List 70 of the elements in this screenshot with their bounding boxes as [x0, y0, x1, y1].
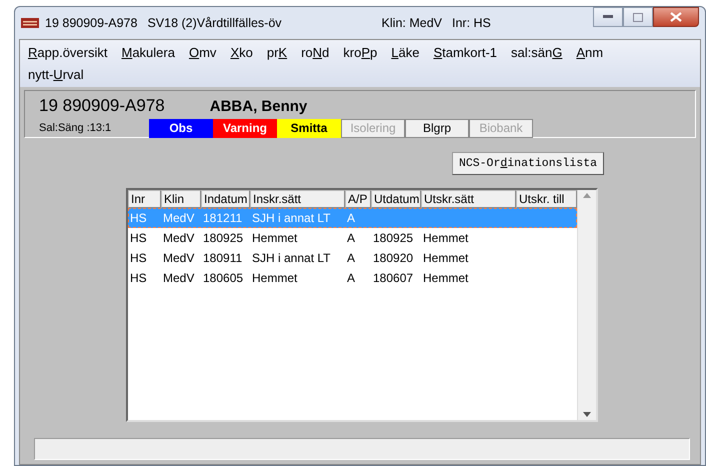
menu-item[interactable]: Xko: [230, 43, 253, 62]
menu-item[interactable]: Omv: [188, 43, 216, 62]
column-header[interactable]: Indatum: [201, 190, 250, 208]
table-cell: 180607: [373, 271, 414, 286]
table-row[interactable]: HS MedV 180605 Hemmet A 180607 Hemmet: [128, 268, 577, 288]
table-cell: A: [347, 211, 356, 226]
scroll-down-icon[interactable]: [583, 412, 591, 418]
table-cell: 180920: [373, 251, 414, 266]
maximize-button[interactable]: [623, 7, 653, 27]
ncs-button[interactable]: NCS-Ordinationslista: [452, 152, 604, 176]
column-header[interactable]: Utskr. till: [516, 190, 577, 208]
column-header[interactable]: A/P: [345, 190, 371, 208]
column-header[interactable]: Utskr.sätt: [421, 190, 516, 208]
menu-item[interactable]: Stamkort-1: [433, 43, 498, 62]
table-cell: A: [347, 231, 356, 246]
menu-item[interactable]: Makulera: [121, 43, 175, 62]
table-cell: Hemmet: [423, 271, 468, 286]
table-cell: 181211: [203, 211, 242, 226]
table-cell: MedV: [163, 231, 194, 246]
table-cell: MedV: [163, 271, 194, 286]
app-logo-icon: [21, 18, 39, 28]
column-header[interactable]: Inskr.sätt: [250, 190, 345, 208]
menu-item[interactable]: roNd: [301, 43, 330, 62]
table-cell: MedV: [163, 211, 194, 226]
table-row[interactable]: HS MedV 180911 SJH i annat LT A 180920 Hemmet: [128, 248, 577, 268]
column-header[interactable]: Inr: [128, 190, 161, 208]
flag-button[interactable]: Varning: [213, 118, 277, 138]
menu-item[interactable]: prK: [266, 43, 288, 62]
patient-name: ABBA, Benny: [210, 97, 308, 117]
close-button[interactable]: [653, 7, 699, 27]
table-cell: HS: [130, 251, 147, 266]
table-row[interactable]: HS MedV 180925 Hemmet A 180925 Hemmet: [128, 228, 577, 248]
table-cell: HS: [130, 211, 147, 226]
table-cell: SJH i annat LT: [252, 211, 330, 226]
close-icon: [670, 12, 682, 22]
menu-item[interactable]: nytt-Urval: [28, 64, 84, 84]
table-cell: A: [347, 271, 356, 286]
table-cell: MedV: [163, 251, 194, 266]
table-cell: HS: [130, 231, 147, 246]
column-header[interactable]: Klin: [161, 190, 201, 208]
menu-item[interactable]: kroPp: [343, 43, 378, 62]
table-cell: HS: [130, 271, 147, 286]
column-header[interactable]: Utdatum: [371, 190, 421, 208]
window-title: 19 890909-A978: [45, 14, 138, 32]
window-title: Klin: MedV: [382, 14, 442, 32]
menu-item[interactable]: sal:sänG: [511, 43, 562, 62]
window-title: Inr: HS: [452, 14, 491, 32]
minimize-icon: [603, 15, 613, 19]
table-cell: 180605: [203, 271, 244, 286]
bed-label: Sal:Säng :13:1: [39, 120, 112, 136]
table-cell: 180925: [373, 231, 414, 246]
table-cell: Hemmet: [423, 231, 468, 246]
table-cell: Hemmet: [252, 271, 298, 286]
window-title: SV18 (2)Vårdtillfälles-öv: [147, 14, 282, 32]
patient-id: 19 890909-A978: [39, 95, 165, 117]
table-cell: 180911: [203, 251, 242, 266]
menu-item[interactable]: Rapp.översikt: [28, 43, 108, 62]
table-cell: A: [347, 251, 356, 266]
flag-button[interactable]: Smitta: [277, 118, 341, 138]
maximize-icon: [633, 12, 643, 22]
table-cell: Hemmet: [423, 251, 468, 266]
table-cell: 180925: [203, 231, 244, 246]
menu-item[interactable]: Anm: [576, 43, 604, 62]
flag-button[interactable]: Obs: [149, 118, 213, 138]
menu-item[interactable]: Läke: [391, 43, 420, 62]
flag-button[interactable]: Blgrp: [405, 118, 469, 138]
table-cell: Hemmet: [252, 231, 298, 246]
minimize-button[interactable]: [593, 7, 623, 27]
table-cell: SJH i annat LT: [252, 251, 330, 266]
scrollbar[interactable]: [577, 190, 596, 420]
